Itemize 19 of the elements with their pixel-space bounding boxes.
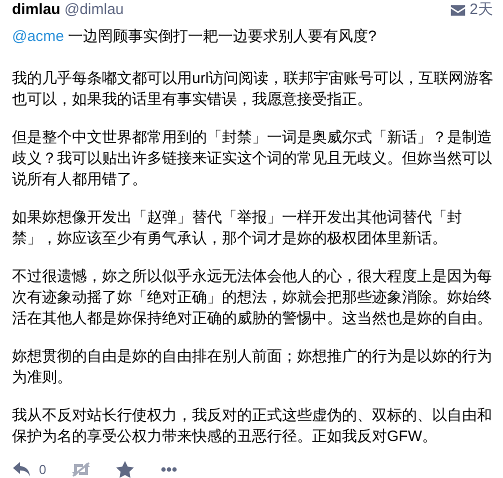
more-button[interactable] xyxy=(161,467,178,472)
post-paragraph: 不过很遗憾，妳之所以似乎永远无法体会他人的心，很大程度上是因为每次有迹象动摇了妳「绝对正确」的想法，妳就会把那些迹象消除。妳始终活在其他人都是妳保持绝对正确的威胁的警惕中。这当然也是妳的自由。 xyxy=(12,267,493,329)
favourite-button[interactable] xyxy=(116,461,134,478)
boost-disabled-icon xyxy=(71,462,92,478)
mention-link[interactable]: @acme xyxy=(12,28,64,45)
post-paragraph: @acme 一边罔顾事实倒打一耙一边要求别人要有风度? xyxy=(12,27,378,47)
account-handle[interactable]: @dimlau xyxy=(64,0,124,22)
reply-icon xyxy=(13,462,31,478)
post-paragraph: 但是整个中文世界都常用到的「封禁」一词是奥威尔式「新话」？是制造歧义？我可以贴出许多链接来证实这个词的常见且无歧义。但妳当然可以说所有人都用错了。 xyxy=(12,128,493,190)
post-paragraph: 如果妳想像开发出「赵弹」替代「举报」一样开发出其他词替代「封禁」，妳应该至少有勇气承认，那个词才是妳的极权团体里新话。 xyxy=(12,208,463,249)
post-paragraph: 我从不反对站长行使权力，我反对的正式这些虚伪的、双标的、以自由和保护为名的享受公权力带来快感的丑恶行径。正如我反对GFW。 xyxy=(12,406,493,447)
display-name[interactable]: dimlau xyxy=(12,0,60,22)
post-paragraph: 妳想贯彻的自由是妳的自由排在别人前面；妳想推广的行为是以妳的行为为准则。 xyxy=(12,347,493,388)
envelope-icon xyxy=(450,3,466,17)
reply-button[interactable]: 0 xyxy=(13,460,46,478)
timestamp[interactable]: 2天 xyxy=(470,0,493,22)
ellipsis-icon xyxy=(161,467,178,472)
star-icon xyxy=(116,461,134,478)
post-paragraph: 我的几乎每条嘟文都可以用url访问阅读，联邦宇宙账号可以，互联网游客也可以，如果我的话里有事实错误，我愿意接受指正。 xyxy=(12,69,494,110)
